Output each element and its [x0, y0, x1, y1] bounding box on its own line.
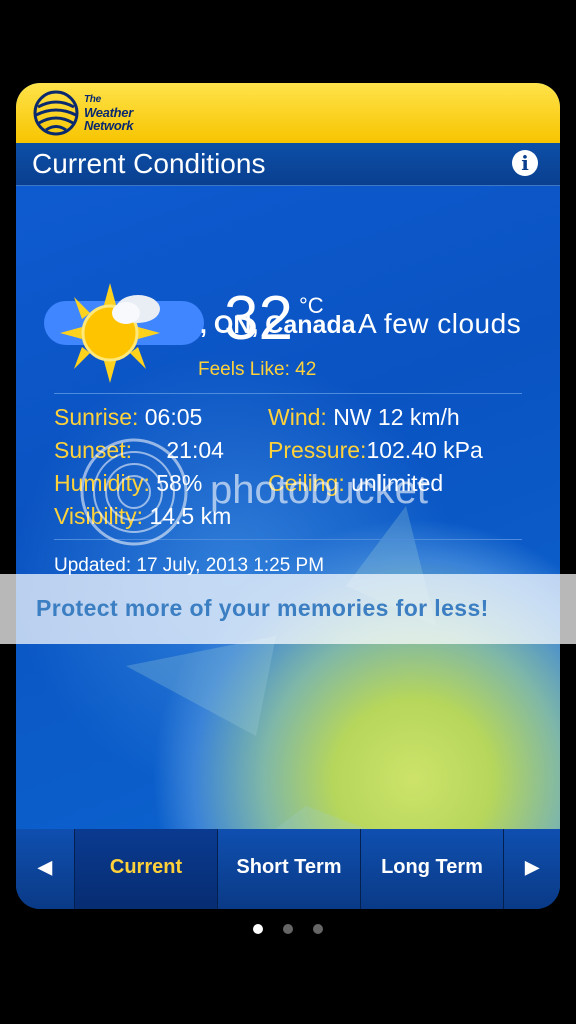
brand-name: The Weather Network [84, 94, 134, 133]
temperature-value: 32 [224, 284, 293, 353]
tab-current[interactable]: Current [74, 829, 217, 909]
feels-like: Feels Like: 42 [198, 359, 317, 380]
weather-network-logo-icon [33, 90, 79, 136]
chevron-right-icon[interactable]: ▶ [503, 829, 560, 909]
temperature-unit: °C [299, 293, 324, 318]
condition-text: A few clouds [358, 308, 522, 339]
page-indicator [0, 921, 576, 937]
divider-top [54, 393, 522, 394]
chevron-left-icon[interactable]: ◀ [16, 829, 74, 909]
watermark-banner: Protect more of your memories for less! [0, 574, 576, 644]
page-title: Current Conditions [32, 148, 266, 179]
tab-long-term[interactable]: Long Term [360, 829, 503, 909]
page-dot-1[interactable] [252, 924, 263, 934]
page-dot-3[interactable] [313, 924, 324, 934]
sunrise-row: Sunrise: 06:05 [54, 404, 203, 430]
info-icon[interactable]: i [512, 150, 538, 176]
tab-short-term[interactable]: Short Term [217, 829, 360, 909]
sun-with-cloud-icon [60, 283, 160, 383]
title-bar: Current Conditions i [16, 143, 560, 186]
brand-bar: The Weather Network [16, 83, 560, 143]
watermark-banner-text: Protect more of your memories for less! [36, 595, 489, 621]
page-dot-2[interactable] [283, 924, 293, 934]
wind-row: Wind: NW 12 km/h [268, 404, 460, 430]
tab-bar: ◀ Current Short Term Long Term ▶ [16, 829, 560, 909]
watermark-logo-text: photobucket [210, 468, 428, 512]
